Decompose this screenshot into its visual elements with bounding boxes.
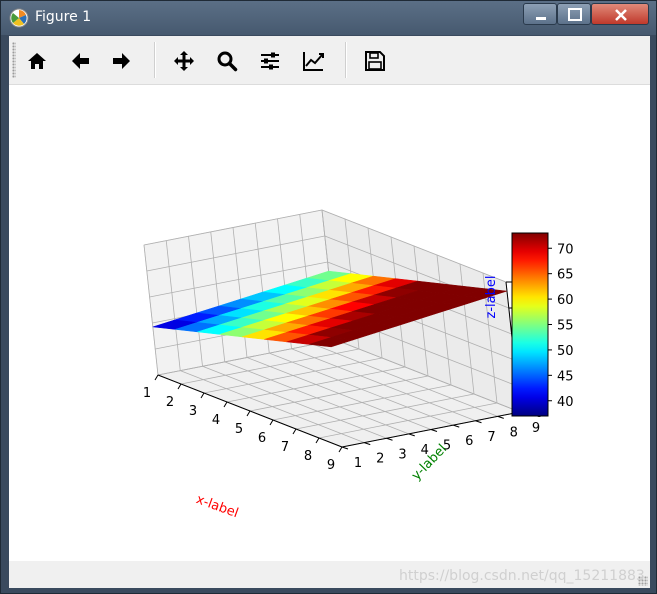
save-button[interactable]: [358, 44, 392, 78]
x-tick-label: 4: [212, 413, 220, 428]
home-button[interactable]: [20, 44, 54, 78]
surface-3d-chart[interactable]: 123456789123456789020406080100x-labely-l…: [9, 85, 650, 561]
configure-subplots-button[interactable]: [253, 44, 287, 78]
z-axis-label: z-label: [484, 276, 499, 319]
arrow-right-icon: [113, 53, 130, 69]
x-tick-label: 3: [189, 404, 197, 419]
edit-axis-button[interactable]: [296, 44, 330, 78]
colorbar-tick-label: 65: [557, 268, 574, 283]
colorbar-tick-label: 55: [557, 319, 574, 334]
toolbar-separator: [154, 42, 156, 78]
home-icon: [28, 53, 46, 69]
line-chart-icon: [303, 52, 324, 71]
forward-button[interactable]: [105, 44, 139, 78]
y-tick-label: 9: [532, 421, 540, 436]
figure-canvas[interactable]: 123456789123456789020406080100x-labely-l…: [9, 85, 650, 561]
move-arrows-icon: [174, 51, 194, 71]
toolbar-grip[interactable]: [12, 42, 16, 78]
y-tick: [364, 442, 371, 446]
x-tick: [154, 374, 159, 381]
y-tick: [497, 415, 504, 419]
floppy-disk-icon: [365, 51, 385, 71]
y-axis-label: y-label: [409, 442, 450, 484]
navigation-toolbar: [9, 36, 650, 85]
back-button[interactable]: [63, 44, 97, 78]
x-tick-label: 5: [235, 422, 243, 437]
x-tick: [269, 419, 274, 426]
matplotlib-app-icon: [9, 8, 29, 28]
y-tick-label: 3: [398, 447, 406, 462]
x-tick: [338, 446, 343, 453]
x-tick-label: 2: [166, 395, 174, 410]
x-tick: [177, 383, 182, 390]
y-tick-label: 2: [376, 452, 384, 467]
minimize-button[interactable]: [523, 3, 557, 25]
y-tick-label: 7: [487, 430, 495, 445]
colorbar-tick-label: 70: [557, 242, 574, 257]
colorbar: [511, 232, 549, 417]
x-tick-label: 8: [304, 449, 312, 464]
maximize-button[interactable]: [557, 3, 591, 25]
y-tick-label: 6: [465, 434, 473, 449]
colorbar-tick-label: 50: [557, 344, 574, 359]
close-button[interactable]: [591, 3, 649, 25]
sliders-icon: [261, 52, 279, 70]
x-tick: [315, 437, 320, 444]
x-tick: [292, 428, 297, 435]
zoom-button[interactable]: [210, 44, 244, 78]
x-tick-label: 1: [143, 386, 151, 401]
pan-button[interactable]: [167, 44, 201, 78]
y-tick-label: 8: [510, 425, 518, 440]
y-tick: [430, 429, 438, 432]
y-tick-label: 1: [354, 456, 362, 471]
colorbar-tick-label: 40: [557, 395, 574, 410]
figure-window: Figure 1 1 2 3 4 5 6 7 8 9 1 2 3 4 5 6 7…: [0, 0, 657, 594]
x-tick-label: 7: [281, 440, 289, 455]
x-tick-label: 6: [258, 431, 266, 446]
title-bar[interactable]: Figure 1: [1, 1, 656, 35]
y-tick: [341, 446, 349, 450]
toolbar-separator: [345, 42, 347, 78]
magnifier-icon: [217, 51, 238, 72]
colorbar-tick-label: 45: [557, 369, 574, 384]
y-tick: [408, 433, 415, 437]
figure-client-area: 123456789123456789020406080100x-labely-l…: [9, 36, 650, 588]
y-tick: [475, 420, 482, 424]
x-tick-label: 9: [327, 458, 335, 473]
watermark-text: https://blog.csdn.net/qq_15211883: [399, 568, 645, 584]
x-tick: [200, 392, 205, 399]
colorbar-tick-label: 60: [557, 293, 574, 308]
x-tick: [246, 410, 251, 417]
y-tick: [453, 424, 460, 428]
window-title: Figure 1: [35, 9, 92, 25]
y-tick: [386, 437, 393, 441]
x-axis-label: x-label: [194, 492, 240, 521]
arrow-left-icon: [72, 53, 89, 69]
x-tick: [223, 401, 228, 408]
